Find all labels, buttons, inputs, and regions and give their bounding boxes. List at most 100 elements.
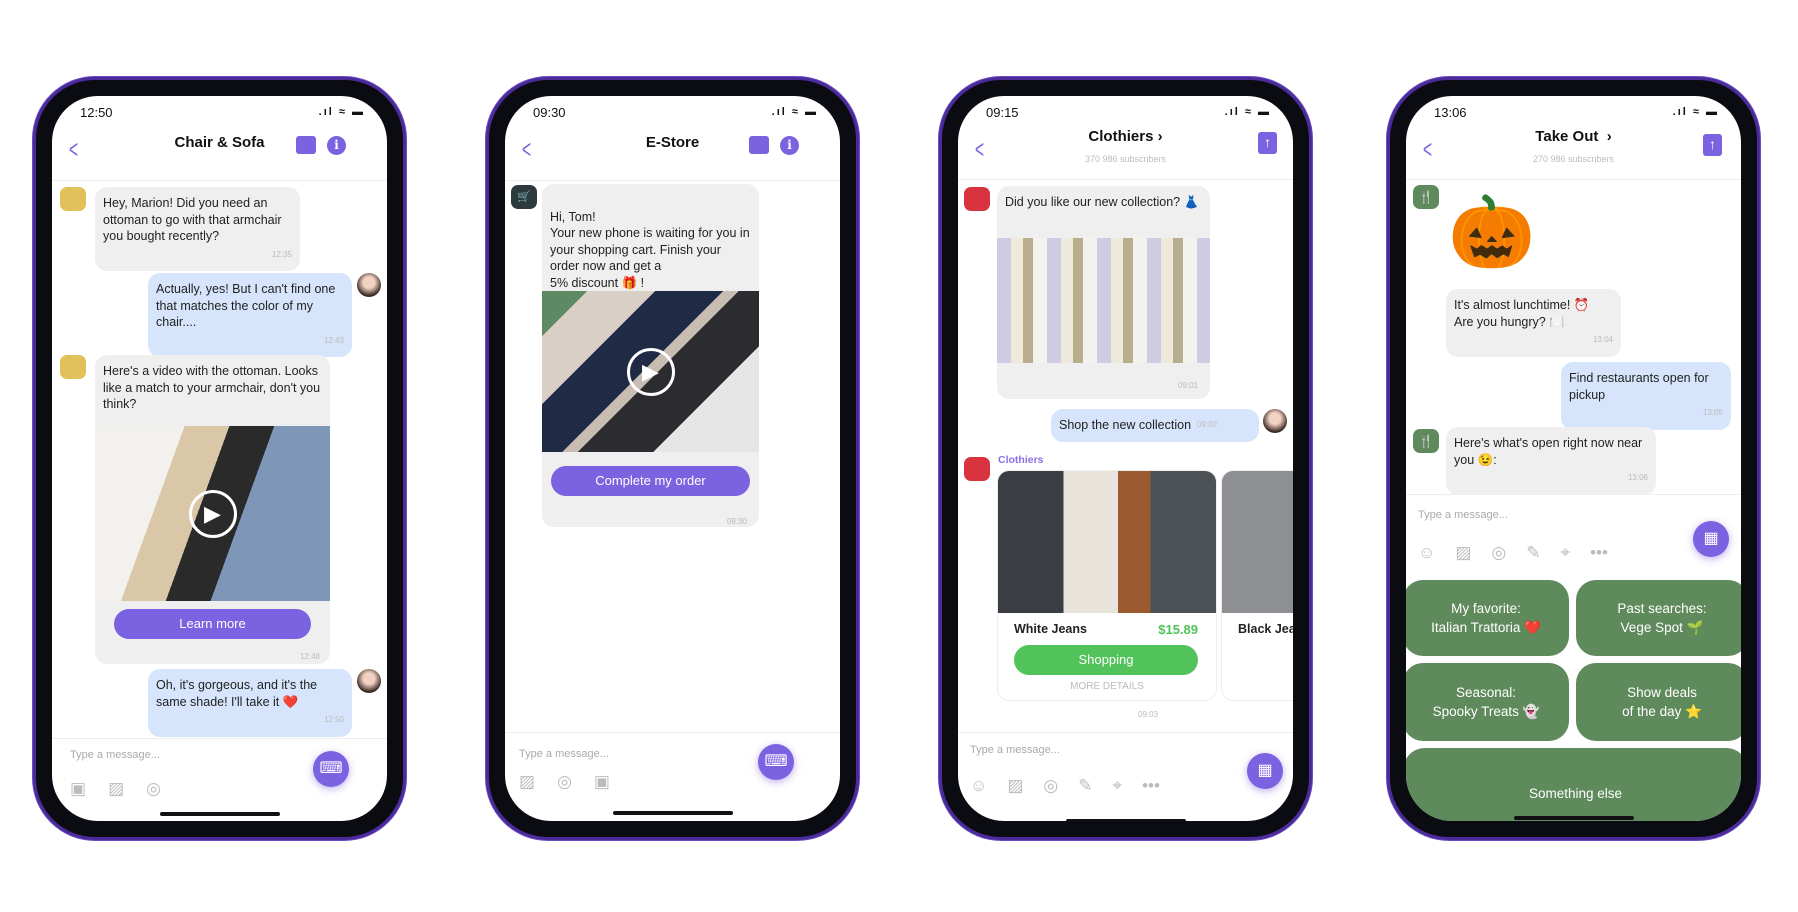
more-details-link[interactable]: MORE DETAILS [998,681,1216,692]
product-image[interactable] [1222,471,1293,613]
message-time: 09:01 [1177,381,1198,390]
info-icon[interactable]: i [780,136,799,155]
product-card: White Jeans $15.89 Shopping MORE DETAILS [997,470,1217,701]
status-icons: .ıl ≈ ▬ [1672,106,1719,118]
location-icon[interactable]: ⌖ [1113,776,1123,796]
user-avatar [357,669,381,693]
doodle-icon[interactable]: ✎ [1526,543,1540,563]
message-bubble-outgoing: Find restaurants open for pickup 13:05 [1561,362,1731,430]
input-toolbar: ☺ ▨ ◎ ✎ ⌖ ••• [1418,543,1608,563]
product-image[interactable] [998,471,1216,613]
home-indicator [159,812,280,816]
status-icons: .ıl ≈ ▬ [1224,106,1271,118]
message-input[interactable]: Type a message... [1418,509,1508,521]
sticker-icon[interactable]: ▣ [594,772,610,792]
gallery-icon[interactable]: ▨ [1007,776,1023,796]
play-icon[interactable]: ▶ [188,489,237,538]
share-icon[interactable]: ↑ [1703,134,1722,156]
sticker-icon[interactable]: ☺ [1418,543,1435,563]
home-indicator [1513,816,1634,820]
keyboard-button[interactable]: ⌨ [313,751,349,787]
header-divider [52,180,387,181]
input-toolbar: ▣ ▨ ◎ [70,779,161,799]
keyboard-option-past-searches[interactable]: Past searches: Vege Spot 🌱 [1576,580,1741,656]
message-time: 09:30 [726,517,747,526]
more-icon[interactable]: ••• [1590,543,1608,563]
store-icon[interactable] [749,136,769,154]
camera-icon[interactable]: ◎ [1491,543,1506,563]
message-time: 12:35 [271,249,292,259]
gallery-icon[interactable]: ▨ [1455,543,1471,563]
keyboard-option-something-else[interactable]: Something else [1406,748,1741,821]
message-time: 12:48 [299,652,320,661]
message-time: 13:05 [1702,408,1723,417]
info-icon[interactable]: i [327,136,346,155]
header-divider [505,180,840,181]
input-divider [52,738,387,739]
bot-keyboard-button[interactable]: ▦ [1247,753,1283,789]
share-icon[interactable]: ↑ [1258,132,1277,154]
message-bubble: Hi, Tom! Your new phone is waiting for y… [542,184,759,527]
product-price: $15.89 [1158,622,1198,637]
keyboard-option-favorite[interactable]: My favorite: Italian Trattoria ❤️ [1406,580,1569,656]
chat-screen: 13:06 .ıl ≈ ▬ < Take Out › 270 986 subsc… [1406,96,1741,821]
message-bubble-outgoing: Oh, it's gorgeous, and it's the same sha… [148,669,352,737]
message-text: Hi, Tom! Your new phone is waiting for y… [550,209,750,290]
sticker-icon[interactable]: ▣ [70,779,86,799]
location-icon[interactable]: ⌖ [1561,543,1571,563]
status-time: 09:30 [533,105,566,120]
input-toolbar: ☺ ▨ ◎ ✎ ⌖ ••• [970,776,1160,796]
subscriber-count: 370 986 subscribers [1084,154,1167,164]
input-divider [1406,494,1741,495]
message-bubble-outgoing: Shop the new collection 09:02 [1051,409,1259,442]
status-time: 12:50 [80,105,113,120]
message-bubble-outgoing: Actually, yes! But I can't find one that… [148,273,352,357]
collection-image[interactable] [997,238,1210,363]
learn-more-button[interactable]: Learn more [114,609,311,639]
message-bubble: It's almost lunchtime! ⏰ Are you hungry?… [1446,289,1621,357]
home-indicator [1065,819,1186,821]
gallery-icon[interactable]: ▨ [108,779,124,799]
status-time: 09:15 [986,105,1019,120]
camera-icon[interactable]: ◎ [557,772,572,792]
gallery-icon[interactable]: ▨ [519,772,535,792]
home-indicator [612,811,733,815]
video-thumbnail[interactable]: ▶ [542,291,759,452]
keyboard-button[interactable]: ⌨ [758,744,794,780]
bot-keyboard-button[interactable]: ▦ [1693,521,1729,557]
camera-icon[interactable]: ◎ [146,779,161,799]
more-icon[interactable]: ••• [1142,776,1160,796]
user-avatar [357,273,381,297]
product-card: Black Jeans [1221,470,1293,701]
camera-icon[interactable]: ◎ [1043,776,1058,796]
message-time: 09:03 [1138,710,1159,719]
doodle-icon[interactable]: ✎ [1078,776,1092,796]
phone-take-out: 13:06 .ıl ≈ ▬ < Take Out › 270 986 subsc… [1387,77,1760,840]
keyboard-option-seasonal[interactable]: Seasonal: Spooky Treats 👻 [1406,663,1569,741]
input-divider [958,732,1293,733]
phone-chair-sofa: 12:50 .ıl ≈ ▬ < Chair & Sofa i Hey, Mari… [33,77,406,840]
product-name: White Jeans [1014,622,1087,636]
channel-title[interactable]: Take Out › [1406,128,1741,145]
message-input[interactable]: Type a message... [70,749,160,761]
product-name: Black Jeans [1238,622,1293,636]
complete-order-button[interactable]: Complete my order [551,466,750,496]
message-time: 12:43 [323,335,344,345]
input-toolbar: ▨ ◎ ▣ [519,772,610,792]
shopping-button[interactable]: Shopping [1014,645,1198,675]
message-text: Hey, Marion! Did you need an ottoman to … [103,196,282,243]
chat-screen: 09:15 .ıl ≈ ▬ < Clothiers › 370 986 subs… [958,96,1293,821]
video-thumbnail[interactable]: ▶ [95,426,330,601]
keyboard-option-deals[interactable]: Show deals of the day ⭐ [1576,663,1741,741]
message-input[interactable]: Type a message... [519,748,609,760]
clothiers-avatar [964,457,990,481]
restaurant-avatar-icon: 🍴 [1413,185,1439,209]
message-bubble: Hey, Marion! Did you need an ottoman to … [95,187,300,271]
phone-e-store: 09:30 .ıl ≈ ▬ < E-Store i 🛒 Hi, Tom! You… [486,77,859,840]
message-input[interactable]: Type a message... [970,744,1060,756]
channel-title[interactable]: Clothiers › [958,128,1293,145]
store-icon[interactable] [296,136,316,154]
play-icon[interactable]: ▶ [626,347,675,396]
sticker-icon[interactable]: ☺ [970,776,987,796]
message-time: 13:04 [1592,335,1613,344]
